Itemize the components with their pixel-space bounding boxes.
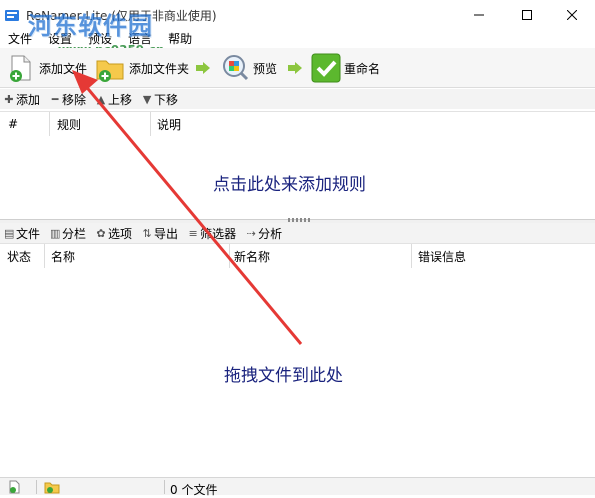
rules-up-button[interactable]: ▲ 上移: [96, 91, 132, 108]
files-columns-button[interactable]: ▥ 分栏: [50, 225, 86, 242]
files-analyze-label: 分析: [258, 226, 283, 241]
rules-add-button[interactable]: ✚ 添加: [4, 91, 40, 108]
add-folder-button[interactable]: 添加文件夹: [94, 52, 189, 84]
files-filter-label: 筛选器: [200, 226, 237, 241]
status-divider: [164, 480, 165, 494]
column-divider[interactable]: [44, 244, 45, 268]
file-count: 0 个文件: [170, 483, 218, 497]
arrow-right-icon: [288, 62, 302, 74]
window-title: ReNamer Lite (仅用于非商业使用): [26, 9, 217, 23]
files-options-label: 选项: [108, 226, 133, 241]
plus-icon: ✚: [4, 92, 14, 106]
filter-icon: ≡: [188, 226, 198, 240]
add-files-button[interactable]: 添加文件: [6, 52, 87, 84]
file-menu-icon: ▤: [4, 226, 15, 240]
files-empty-hint[interactable]: 拖拽文件到此处: [224, 361, 343, 386]
files-col-new-name[interactable]: 新名称: [234, 244, 270, 268]
rename-button[interactable]: 重命名: [311, 52, 380, 84]
rules-remove-button[interactable]: ━ 移除: [50, 91, 86, 108]
arrow-up-icon: ▲: [96, 92, 106, 106]
rules-col-description[interactable]: 说明: [157, 112, 181, 136]
menu-help[interactable]: 帮助: [160, 30, 200, 48]
columns-icon: ▥: [50, 226, 61, 240]
rules-up-label: 上移: [108, 92, 133, 107]
column-divider[interactable]: [229, 244, 230, 268]
status-divider: [36, 480, 37, 494]
export-icon: ⇅: [142, 226, 152, 240]
preview-icon: [223, 55, 249, 81]
column-divider[interactable]: [411, 244, 412, 268]
files-col-status[interactable]: 状态: [7, 244, 31, 268]
rules-col-number[interactable]: #: [8, 112, 18, 136]
main-toolbar: 添加文件 添加文件夹 预览 重命名: [0, 48, 595, 88]
arrow-down-icon: ▼: [142, 92, 152, 106]
files-export-button[interactable]: ⇅ 导出: [142, 225, 178, 242]
files-col-error[interactable]: 错误信息: [418, 244, 466, 268]
maximize-icon: [522, 10, 532, 20]
menu-file[interactable]: 文件: [0, 30, 40, 48]
minus-icon: ━: [51, 92, 59, 106]
rename-label: 重命名: [344, 61, 381, 76]
status-add-folder-icon[interactable]: [44, 480, 60, 494]
files-columns-label: 分栏: [62, 226, 87, 241]
add-file-icon: [10, 55, 31, 82]
files-file-button[interactable]: ▤ 文件: [4, 225, 40, 242]
menu-language[interactable]: 语言: [120, 30, 160, 48]
rules-toolbar: ✚ 添加 ━ 移除 ▲ 上移 ▼ 下移: [0, 89, 595, 109]
files-file-label: 文件: [16, 226, 41, 241]
rules-down-button[interactable]: ▼ 下移: [142, 91, 178, 108]
preview-button[interactable]: 预览: [220, 52, 277, 84]
maximize-button[interactable]: [504, 0, 550, 30]
close-icon: [567, 10, 577, 20]
column-divider[interactable]: [150, 112, 151, 136]
rules-empty-hint[interactable]: 点击此处来添加规则: [213, 170, 366, 195]
close-button[interactable]: [549, 0, 595, 30]
menu-bar: 文件 设置 预设 语言 帮助: [0, 30, 595, 48]
files-filter-button[interactable]: ≡ 筛选器: [188, 225, 236, 242]
arrow-right-icon: [196, 62, 210, 74]
column-divider[interactable]: [49, 112, 50, 136]
files-toolbar: ▤ 文件 ▥ 分栏 ✿ 选项 ⇅ 导出 ≡ 筛选器 ⇢ 分析: [0, 223, 595, 243]
status-add-file-icon[interactable]: [8, 480, 22, 494]
files-analyze-button[interactable]: ⇢ 分析: [246, 225, 282, 242]
rules-down-label: 下移: [154, 92, 179, 107]
status-bar: 0 个文件: [0, 477, 595, 497]
preview-label: 预览: [253, 61, 278, 76]
rules-col-rule[interactable]: 规则: [57, 112, 81, 136]
analyze-icon: ⇢: [246, 226, 256, 240]
rules-remove-label: 移除: [62, 92, 87, 107]
splitter-grip[interactable]: [288, 218, 310, 222]
add-folder-label: 添加文件夹: [129, 61, 190, 76]
rules-panel[interactable]: # 规则 说明 点击此处来添加规则: [0, 111, 595, 219]
files-options-button[interactable]: ✿ 选项: [96, 225, 132, 242]
app-icon: [4, 7, 20, 23]
options-icon: ✿: [96, 226, 106, 240]
add-folder-icon: [96, 60, 124, 82]
minimize-button[interactable]: [456, 0, 502, 30]
files-panel[interactable]: 状态 名称 新名称 错误信息 拖拽文件到此处: [0, 243, 595, 477]
menu-settings[interactable]: 设置: [40, 30, 80, 48]
rules-add-label: 添加: [16, 92, 41, 107]
files-export-label: 导出: [154, 226, 179, 241]
menu-presets[interactable]: 预设: [80, 30, 120, 48]
title-bar: ReNamer Lite (仅用于非商业使用): [0, 0, 595, 30]
files-col-name[interactable]: 名称: [51, 244, 75, 268]
minimize-icon: [474, 14, 484, 16]
checkmark-icon: [311, 53, 341, 83]
add-files-label: 添加文件: [39, 61, 88, 76]
